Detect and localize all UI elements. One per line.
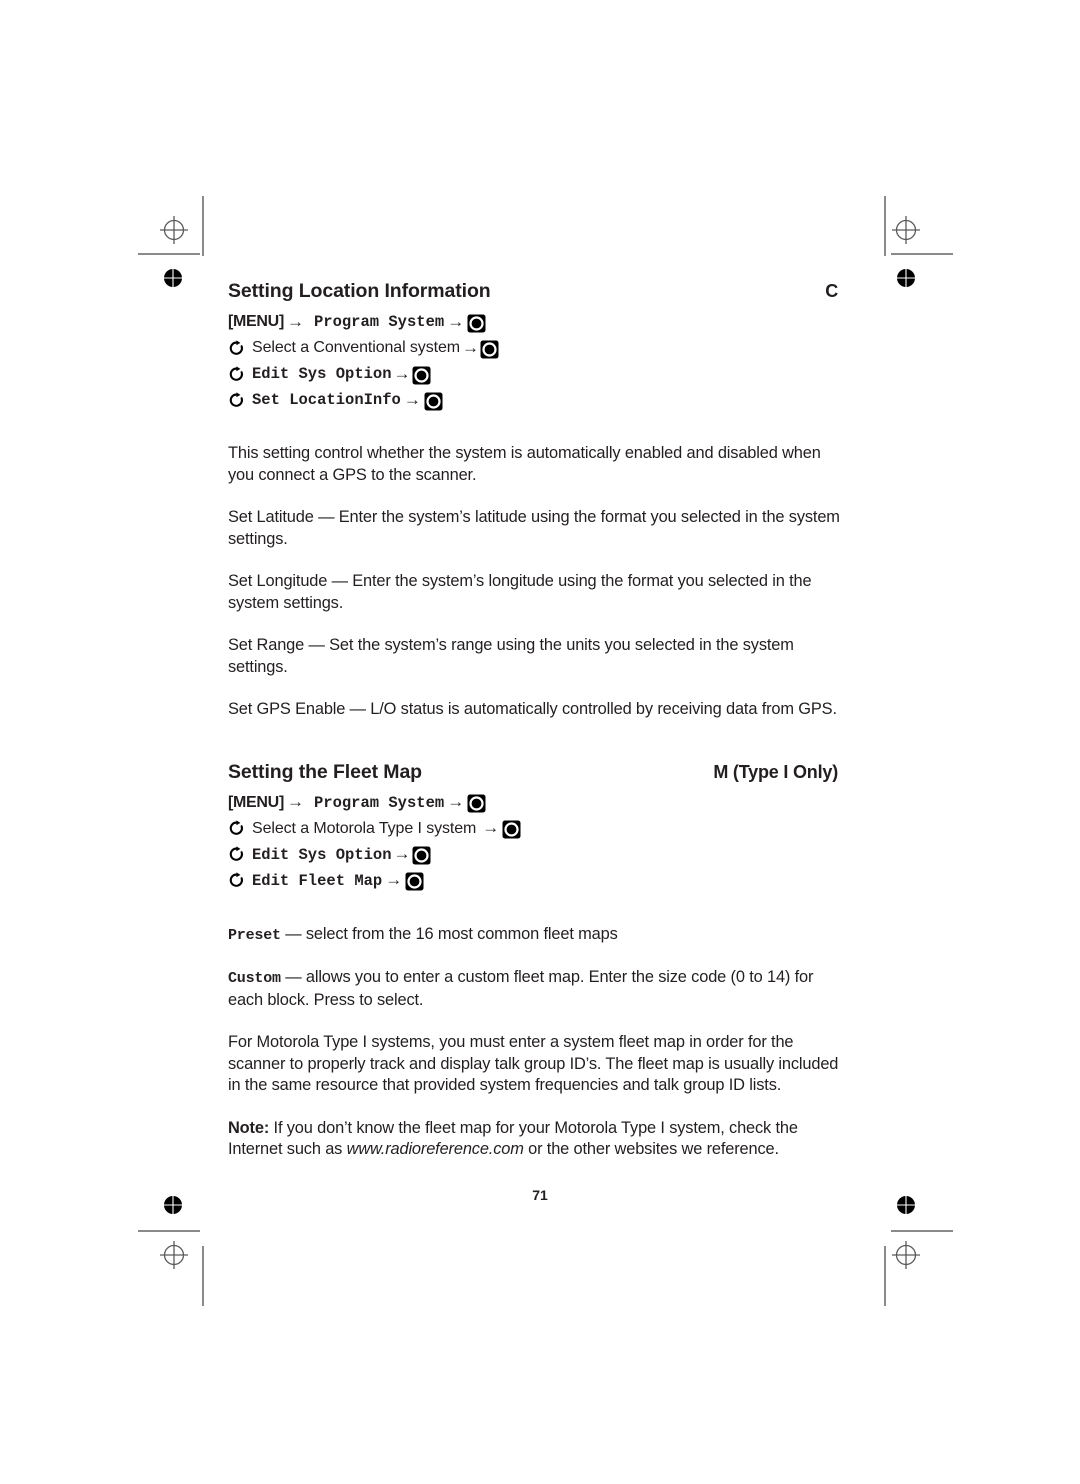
nav-step-label: Edit Sys Option <box>252 365 392 383</box>
paragraph: For Motorola Type I systems, you must en… <box>228 1033 839 1094</box>
crop-line-top-right-vertical <box>884 196 886 256</box>
nav-step-label: Edit Fleet Map <box>252 871 383 890</box>
note-url: www.radioreference.com <box>346 1140 524 1158</box>
page-number: 71 <box>532 1187 548 1203</box>
arrow-icon: → <box>286 311 304 331</box>
arrow-icon: → <box>482 818 500 837</box>
nav-step-1: [MENU] → Program System → <box>228 790 846 816</box>
nav-step-4: Edit Fleet Map → <box>228 868 846 894</box>
section-tag-badge: M (Type I Only) <box>713 761 838 782</box>
rotate-scroll-icon <box>228 365 245 385</box>
document-body: Setting Location Information C [MENU] → … <box>228 280 846 1161</box>
crop-line-bottom-left-vertical <box>202 1246 204 1306</box>
nav-step-label: Program System <box>313 313 445 331</box>
registration-mark-bottom-left <box>157 1238 191 1272</box>
section-header: Setting Location Information C <box>228 280 846 303</box>
menu-navigation-path: [MENU] → Program System → <box>228 309 846 413</box>
paragraph: Set Longitude — Enter the system’s longi… <box>228 572 812 612</box>
section-setting-location-information: Setting Location Information C [MENU] → … <box>228 280 846 721</box>
rotate-scroll-icon <box>228 872 245 891</box>
registration-mark-top-left <box>157 213 191 247</box>
rotary-knob-press-icon <box>412 846 431 865</box>
rotary-knob-press-icon <box>424 392 443 411</box>
note-text-after: or the other websites we reference. <box>523 1140 779 1158</box>
crop-line-bottom-left-horizontal <box>138 1230 200 1232</box>
definition-term: Custom <box>228 970 281 987</box>
nav-step-label: Select a Motorola Type I system <box>252 819 477 837</box>
definition-term: Preset <box>228 926 281 944</box>
crop-line-bottom-right-vertical <box>884 1246 886 1306</box>
nav-step-label: Set LocationInfo <box>252 391 401 409</box>
arrow-icon: → <box>286 792 304 811</box>
rotate-scroll-icon <box>228 846 245 865</box>
nav-step-3: Edit Sys Option → <box>228 842 846 868</box>
nav-step-2: Select a Motorola Type I system → <box>228 816 846 842</box>
nav-step-4: Set LocationInfo → <box>228 387 846 413</box>
rotary-knob-press-icon <box>480 340 499 359</box>
menu-navigation-path: [MENU] → Program System → <box>228 790 846 894</box>
note-label: Note: <box>228 1118 270 1137</box>
section-title: Setting the Fleet Map <box>228 760 422 783</box>
menu-key-label: [MENU] <box>228 313 284 330</box>
definition-custom: Custom — allows you to enter a custom fl… <box>228 967 846 1011</box>
crop-line-top-left-horizontal <box>138 253 200 255</box>
crop-line-bottom-right-horizontal <box>891 1230 953 1232</box>
section-setting-the-fleet-map: Setting the Fleet Map M (Type I Only) [M… <box>228 761 846 1161</box>
rotary-knob-press-icon <box>405 872 424 891</box>
section-tag-badge: C <box>825 281 838 301</box>
paragraph: Set GPS Enable — L/O status is automatic… <box>228 700 837 718</box>
paragraph: Set Range — Set the system’s range using… <box>228 636 794 676</box>
nav-step-label: Edit Sys Option <box>252 845 392 864</box>
definition-text: — select from the 16 most common fleet m… <box>280 924 618 943</box>
rotary-knob-press-icon <box>502 820 521 839</box>
crop-line-top-left-vertical <box>202 196 204 256</box>
page-title: Setting Location Information <box>228 280 491 302</box>
definition-preset: Preset — select from the 16 most common … <box>228 924 846 947</box>
registration-dot-top-left <box>163 268 183 288</box>
registration-mark-top-right <box>889 213 923 247</box>
nav-step-1: [MENU] → Program System → <box>228 309 846 335</box>
arrow-icon: → <box>393 844 411 863</box>
paragraph: Set Latitude — Enter the system’s latitu… <box>228 508 840 548</box>
rotate-scroll-icon <box>228 391 245 411</box>
registration-mark-bottom-right <box>889 1238 923 1272</box>
note-paragraph: Note: If you don’t know the fleet map fo… <box>228 1118 846 1161</box>
arrow-icon: → <box>447 311 465 331</box>
registration-dot-top-right <box>896 268 916 288</box>
rotary-knob-press-icon <box>467 314 486 333</box>
nav-step-3: Edit Sys Option → <box>228 361 846 387</box>
rotate-scroll-icon <box>228 820 245 839</box>
arrow-icon: → <box>461 337 479 357</box>
nav-step-label: Select a Conventional system <box>252 339 460 356</box>
arrow-icon: → <box>385 870 403 889</box>
section-header: Setting the Fleet Map M (Type I Only) <box>228 761 846 784</box>
arrow-icon: → <box>447 792 465 811</box>
paragraph: This setting control whether the system … <box>228 444 821 484</box>
nav-step-2: Select a Conventional system → <box>228 335 846 361</box>
arrow-icon: → <box>393 363 411 383</box>
definition-text: — allows you to enter a custom fleet map… <box>228 968 814 1009</box>
arrow-icon: → <box>403 389 421 409</box>
rotary-knob-press-icon <box>467 794 486 813</box>
crop-line-top-right-horizontal <box>891 253 953 255</box>
rotary-knob-press-icon <box>412 366 431 385</box>
menu-key-label: [MENU] <box>228 793 284 811</box>
nav-step-label: Program System <box>313 793 445 812</box>
rotate-scroll-icon <box>228 339 245 359</box>
